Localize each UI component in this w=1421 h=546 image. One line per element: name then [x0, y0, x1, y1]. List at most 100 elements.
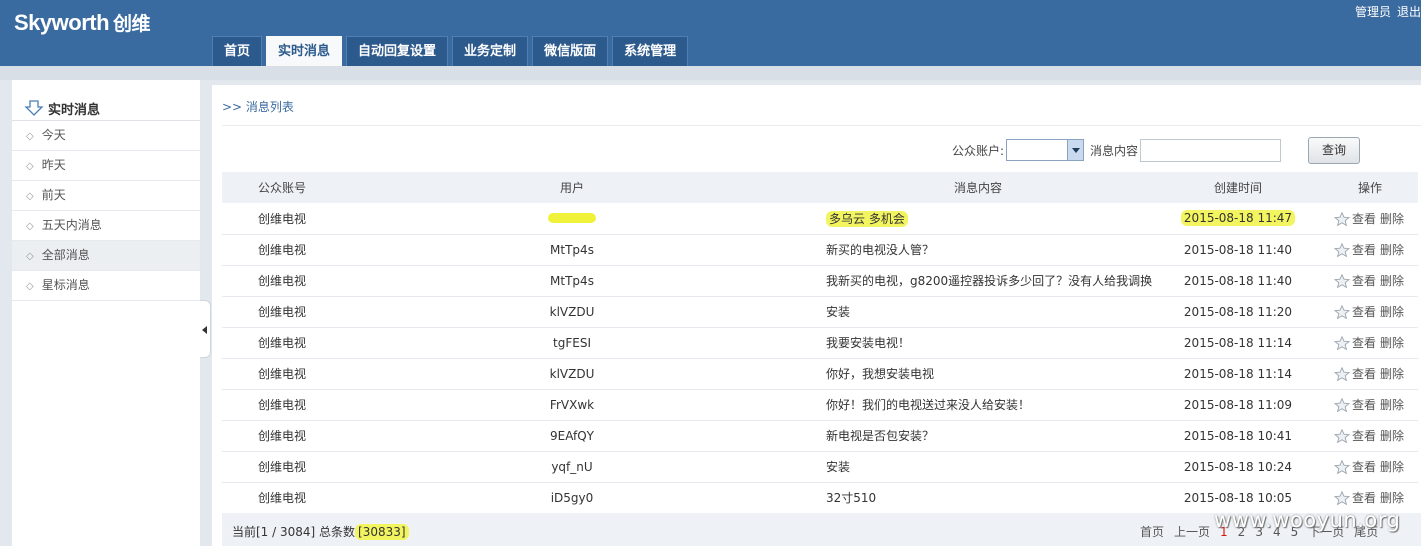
sidebar-item-3[interactable]: ◇ 五天内消息: [12, 211, 200, 241]
view-link[interactable]: 查看: [1352, 243, 1376, 257]
user-id: tgFESI: [553, 335, 591, 350]
sidebar-item-5[interactable]: ◇ 星标消息: [12, 271, 200, 301]
breadcrumb[interactable]: >> 消息列表: [222, 98, 294, 115]
star-icon[interactable]: [1334, 305, 1350, 319]
cell-account: 创维电视: [222, 234, 342, 266]
star-icon[interactable]: [1334, 211, 1350, 226]
view-link[interactable]: 查看: [1352, 367, 1376, 381]
table-row: 创维电视 tgFESI 我要安装电视！ 2015-08-18 11:14 查看 删除: [222, 327, 1418, 359]
delete-link[interactable]: 删除: [1380, 491, 1404, 505]
star-icon[interactable]: [1334, 491, 1350, 505]
view-link[interactable]: 查看: [1352, 398, 1376, 412]
view-link[interactable]: 查看: [1352, 336, 1376, 350]
cell-account: 创维电视: [222, 451, 342, 483]
sidebar-item-4[interactable]: ◇ 全部消息: [12, 241, 200, 271]
delete-link[interactable]: 删除: [1380, 305, 1404, 319]
cell-user: klVZDU: [342, 358, 802, 390]
sidebar: 实时消息 ◇ 今天 ◇ 昨天 ◇ 前天 ◇ 五天内消息 ◇ 全部消息 ◇ 星标消息: [12, 80, 200, 546]
delete-link[interactable]: 删除: [1380, 367, 1404, 381]
cell-message: 我要安装电视！: [802, 327, 1154, 359]
view-link[interactable]: 查看: [1352, 491, 1376, 505]
star-icon[interactable]: [1334, 336, 1350, 350]
tab-5[interactable]: 系统管理: [612, 36, 689, 66]
sidebar-menu: ◇ 今天 ◇ 昨天 ◇ 前天 ◇ 五天内消息 ◇ 全部消息 ◇ 星标消息: [12, 121, 200, 301]
tab-4[interactable]: 微信版面: [532, 36, 609, 66]
tab-1[interactable]: 实时消息: [266, 36, 343, 67]
diamond-bullet-icon: ◇: [26, 221, 34, 232]
cell-message: 多乌云 多机会: [802, 203, 1154, 235]
star-icon[interactable]: [1334, 429, 1350, 443]
col-time: 创建时间: [1154, 172, 1322, 203]
cell-actions: 查看 删除: [1322, 203, 1418, 235]
view-link[interactable]: 查看: [1352, 212, 1376, 226]
delete-link[interactable]: 删除: [1380, 274, 1404, 288]
cell-account: 创维电视: [222, 482, 342, 514]
star-icon[interactable]: [1334, 274, 1350, 288]
cell-user: klVZDU: [342, 296, 802, 328]
delete-link[interactable]: 删除: [1380, 336, 1404, 350]
star-icon[interactable]: [1334, 460, 1350, 474]
sidebar-item-0[interactable]: ◇ 今天: [12, 121, 200, 151]
main-nav: 首页 实时消息 自动回复设置 业务定制 微信版面 系统管理: [212, 36, 692, 67]
table-row: 创维电视 多乌云 多机会 2015-08-18 11:47 查看 删除: [222, 203, 1418, 235]
diamond-bullet-icon: ◇: [26, 131, 34, 142]
chevron-down-icon[interactable]: [1067, 140, 1084, 160]
tab-2[interactable]: 自动回复设置: [346, 36, 449, 66]
content-label: 消息内容: [1090, 143, 1139, 158]
cell-user: [342, 203, 802, 235]
user-area: 管理员 退出: [1349, 3, 1421, 20]
col-user: 用户: [342, 172, 802, 203]
cell-time: 2015-08-18 11:40: [1154, 265, 1322, 297]
message-table: 公众账号 用户 消息内容 创建时间 操作 创维电视 多乌云 多机会 2015-08-…: [222, 172, 1418, 514]
delete-link[interactable]: 删除: [1380, 243, 1404, 257]
view-link[interactable]: 查看: [1352, 429, 1376, 443]
delete-link[interactable]: 删除: [1380, 460, 1404, 474]
star-icon[interactable]: [1334, 243, 1350, 257]
time-text: 2015-08-18 11:40: [1183, 273, 1293, 288]
sidebar-collapse-toggle[interactable]: [200, 300, 211, 358]
prev-page-link[interactable]: 上一页: [1174, 525, 1210, 539]
delete-link[interactable]: 删除: [1380, 398, 1404, 412]
cell-account: 创维电视: [222, 327, 342, 359]
first-page-link[interactable]: 首页: [1140, 525, 1164, 539]
sidebar-item-2[interactable]: ◇ 前天: [12, 181, 200, 211]
table-row: 创维电视 MtTp4s 新买的电视没人管？ 2015-08-18 11:40 查看 删除: [222, 234, 1418, 266]
logo-text: Skyworth: [14, 10, 110, 35]
count-prefix: 当前[1 / 3084] 总条数: [232, 525, 356, 539]
time-text: 2015-08-18 11:20: [1183, 304, 1293, 319]
sidebar-item-1[interactable]: ◇ 昨天: [12, 151, 200, 181]
tab-0[interactable]: 首页: [212, 36, 263, 66]
query-button[interactable]: 查询: [1308, 137, 1360, 164]
account-select[interactable]: [1006, 139, 1085, 161]
logout-link[interactable]: 退出: [1397, 5, 1421, 19]
message-text: 你好！我们的电视送过来没人给安装！: [826, 398, 1031, 412]
delete-link[interactable]: 删除: [1380, 429, 1404, 443]
view-link[interactable]: 查看: [1352, 305, 1376, 319]
content-input[interactable]: [1140, 138, 1282, 162]
view-link[interactable]: 查看: [1352, 460, 1376, 474]
cell-time: 2015-08-18 11:20: [1154, 296, 1322, 328]
cell-time: 2015-08-18 11:14: [1154, 358, 1322, 390]
cell-account: 创维电视: [222, 203, 342, 235]
cell-actions: 查看 删除: [1322, 265, 1418, 297]
sidebar-title-label: 实时消息: [48, 102, 101, 118]
cell-message: 我新买的电视，g8200遥控器投诉多少回了？没有人给我调换: [802, 265, 1154, 297]
view-link[interactable]: 查看: [1352, 274, 1376, 288]
delete-link[interactable]: 删除: [1380, 212, 1404, 226]
table-row: 创维电视 yqf_nU 安装 2015-08-18 10:24 查看 删除: [222, 451, 1418, 483]
cell-time: 2015-08-18 10:41: [1154, 420, 1322, 452]
cell-message: 新买的电视没人管？: [802, 234, 1154, 266]
cell-account: 创维电视: [222, 389, 342, 421]
diamond-bullet-icon: ◇: [26, 251, 34, 262]
sidebar-item-label: 星标消息: [41, 278, 90, 292]
tab-3[interactable]: 业务定制: [452, 36, 529, 66]
search-form: 公众账户: 消息内容: [952, 137, 1282, 163]
divider: [222, 125, 1421, 126]
star-icon[interactable]: [1334, 398, 1350, 412]
cell-account: 创维电视: [222, 296, 342, 328]
diamond-bullet-icon: ◇: [26, 281, 34, 292]
star-icon[interactable]: [1334, 367, 1350, 381]
logo-text-cn: 创维: [113, 13, 151, 35]
skyworth-logo: Skyworth 创维: [14, 9, 151, 36]
table-header-row: 公众账号 用户 消息内容 创建时间 操作: [222, 172, 1418, 203]
